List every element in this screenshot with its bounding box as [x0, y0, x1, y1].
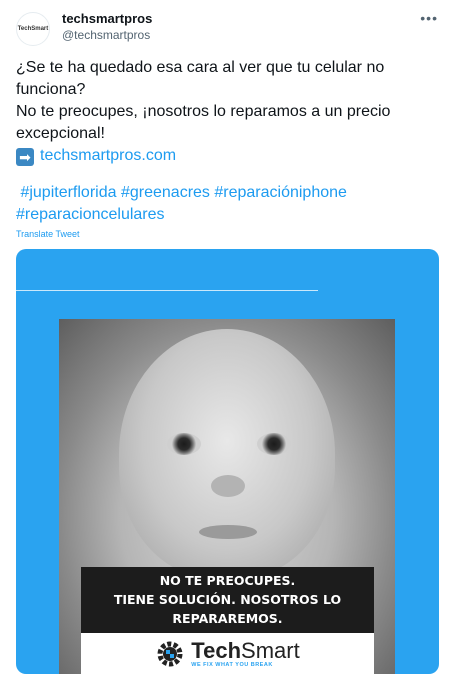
right-eye: [257, 433, 291, 455]
arrow-right-icon: ➡: [16, 148, 34, 166]
banner-line-1: NO TE PREOCUPES.: [159, 573, 296, 588]
tweet-body-line-2: No te preocupes, ¡nosotros lo reparamos …: [16, 103, 391, 142]
website-link[interactable]: techsmartpros.com: [40, 147, 176, 164]
left-eye: [167, 433, 201, 455]
avatar[interactable]: TechSmart: [16, 12, 50, 46]
avatar-logo: TechSmart: [17, 26, 49, 32]
tweet-body: ¿Se te ha quedado esa cara al ver que tu…: [16, 57, 436, 167]
promo-banner: NO TE PREOCUPES. TIENE SOLUCIÓN. NOSOTRO…: [81, 567, 374, 633]
translate-tweet-link[interactable]: Translate Tweet: [16, 229, 80, 239]
brand-tagline: WE FIX WHAT YOU BREAK: [191, 661, 273, 668]
brand-logo: TechSmart WE FIX WHAT YOU BREAK: [81, 633, 374, 674]
hashtags: #jupiterflorida #greenacres #reparacióni…: [16, 182, 436, 226]
author-display-name[interactable]: techsmartpros: [62, 10, 152, 27]
banner-line-2: TIENE SOLUCIÓN. NOSOTROS LO: [113, 592, 342, 607]
brand-name-bold: Tech: [191, 637, 242, 663]
author-handle[interactable]: @techsmartpros: [62, 27, 152, 44]
baby-face: [119, 329, 335, 579]
mouth: [199, 525, 257, 539]
tweet-media-image[interactable]: NO TE PREOCUPES. TIENE SOLUCIÓN. NOSOTRO…: [16, 249, 439, 674]
banner-line-3: REPARAREMOS.: [172, 611, 283, 626]
hashtag-greenacres[interactable]: #greenacres: [121, 184, 210, 201]
tweet-header: TechSmart techsmartpros @techsmartpros •…: [16, 8, 440, 48]
baby-photo: NO TE PREOCUPES. TIENE SOLUCIÓN. NOSOTRO…: [59, 319, 395, 674]
brand-name-light: Smart: [241, 637, 300, 663]
brand-name: TechSmart: [191, 637, 300, 663]
more-horizontal-icon[interactable]: •••: [420, 10, 438, 26]
tweet-link-line: ➡ techsmartpros.com: [16, 145, 436, 167]
hashtag-jupiterflorida[interactable]: #jupiterflorida: [20, 184, 116, 201]
hashtag-reparacioncelulares[interactable]: #reparacioncelulares: [16, 206, 165, 223]
gear-icon: [157, 641, 183, 666]
nose: [211, 475, 245, 497]
decorative-line: [16, 290, 318, 291]
tweet-body-line-1: ¿Se te ha quedado esa cara al ver que tu…: [16, 59, 385, 98]
hashtag-reparacioniphone[interactable]: #reparacióniphone: [214, 184, 347, 201]
author-names: techsmartpros @techsmartpros: [62, 10, 152, 44]
